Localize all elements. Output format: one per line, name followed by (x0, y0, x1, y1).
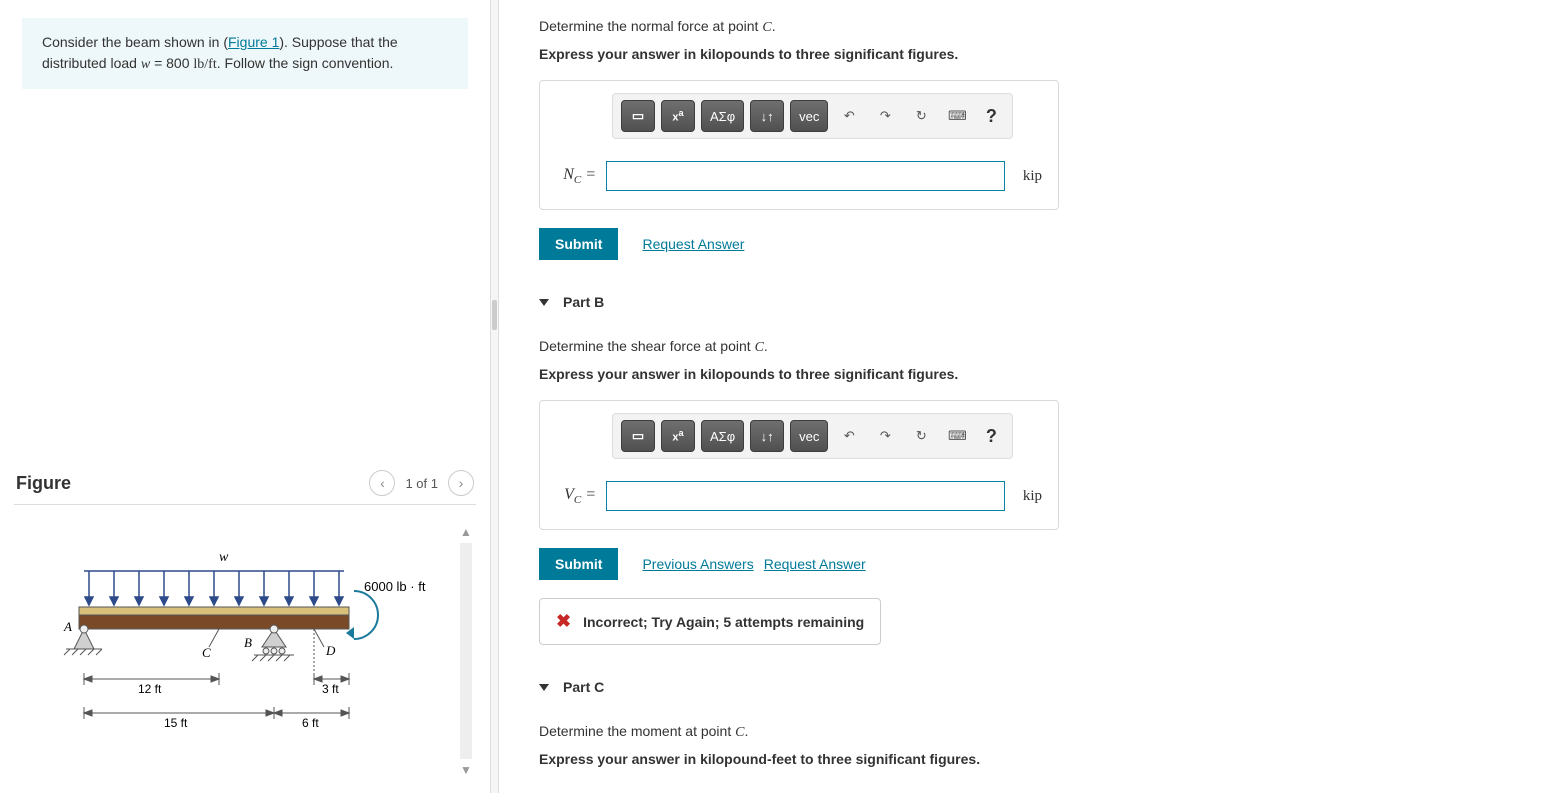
scroll-track[interactable] (460, 543, 472, 759)
partB-request-answer-link[interactable]: Request Answer (764, 556, 866, 572)
partA-unit: kip (1023, 168, 1042, 185)
greek-button[interactable]: ΑΣφ (701, 100, 744, 132)
partA-actions: Submit Request Answer (539, 228, 1527, 260)
partB-input-row: VC = kip (556, 481, 1042, 511)
redo-button[interactable]: ↷ (870, 100, 900, 132)
partA-request-answer-link[interactable]: Request Answer (642, 236, 744, 252)
intro-text: Consider the beam shown in ( (42, 34, 228, 50)
partB-instructions: Express your answer in kilopounds to thr… (539, 366, 1527, 382)
help-button[interactable]: ? (978, 420, 1004, 452)
figure-header: Figure ‹ 1 of 1 › (14, 462, 476, 505)
arrows-button[interactable]: ↓↑ (750, 420, 784, 452)
figure-canvas: w 6000 lb · ft A (14, 521, 456, 781)
figure-title: Figure (16, 473, 71, 494)
partA-instructions: Express your answer in kilopounds to thr… (539, 46, 1527, 62)
dim-12ft: 12 ft (138, 682, 162, 696)
partB-variable: VC = (556, 486, 596, 506)
figure-pager: ‹ 1 of 1 › (369, 470, 474, 496)
figure-pager-label: 1 of 1 (405, 476, 438, 491)
label-w: w (219, 550, 229, 565)
template-button[interactable]: ▭ (621, 100, 655, 132)
scroll-down-icon[interactable]: ▼ (460, 763, 472, 777)
dim-15ft: 15 ft (164, 716, 188, 730)
page: Consider the beam shown in (Figure 1). S… (0, 0, 1567, 793)
partB-header[interactable]: Part B (539, 294, 1527, 310)
beam-diagram: w 6000 lb · ft A (14, 521, 454, 761)
partA-submit-button[interactable]: Submit (539, 228, 618, 260)
partB-answer-box: ▭ xa ΑΣφ ↓↑ vec ↶ ↷ ↻ ⌨ ? VC = kip (539, 400, 1059, 530)
caret-down-icon (539, 684, 549, 691)
vec-button[interactable]: vec (790, 420, 828, 452)
partC-instructions: Express your answer in kilopound-feet to… (539, 751, 1527, 767)
left-column: Consider the beam shown in (Figure 1). S… (0, 0, 490, 793)
figure-body: w 6000 lb · ft A (14, 521, 476, 781)
partB-previous-answers-link[interactable]: Previous Answers (642, 556, 753, 572)
feedback-text: Incorrect; Try Again; 5 attempts remaini… (583, 614, 864, 630)
help-button[interactable]: ? (978, 100, 1004, 132)
scroll-up-icon[interactable]: ▲ (460, 525, 472, 539)
label-D: D (325, 643, 336, 658)
undo-button[interactable]: ↶ (834, 100, 864, 132)
pane-divider[interactable] (490, 0, 499, 793)
partA-answer-box: ▭ xa ΑΣφ ↓↑ vec ↶ ↷ ↻ ⌨ ? NC = kip (539, 80, 1059, 210)
partB-prompt: Determine the shear force at point C. (539, 338, 1527, 356)
label-A: A (63, 619, 72, 634)
label-C: C (202, 645, 211, 660)
partC-prompt: Determine the moment at point C. (539, 723, 1527, 741)
label-moment: 6000 lb · ft (364, 579, 426, 594)
greek-button[interactable]: ΑΣφ (701, 420, 744, 452)
problem-statement: Consider the beam shown in (Figure 1). S… (22, 18, 468, 89)
template-button[interactable]: ▭ (621, 420, 655, 452)
reset-button[interactable]: ↻ (906, 420, 936, 452)
arrows-button[interactable]: ↓↑ (750, 100, 784, 132)
figure-prev-button[interactable]: ‹ (369, 470, 395, 496)
partB-submit-button[interactable]: Submit (539, 548, 618, 580)
equation-toolbar: ▭ xa ΑΣφ ↓↑ vec ↶ ↷ ↻ ⌨ ? (612, 93, 1013, 139)
partA-prompt: Determine the normal force at point C. (539, 18, 1527, 36)
partB-feedback: ✖ Incorrect; Try Again; 5 attempts remai… (539, 598, 881, 645)
keyboard-button[interactable]: ⌨ (942, 100, 972, 132)
right-column: Determine the normal force at point C. E… (499, 0, 1567, 793)
figure-link[interactable]: Figure 1 (228, 34, 279, 50)
sqrt-button[interactable]: xa (661, 100, 695, 132)
reset-button[interactable]: ↻ (906, 100, 936, 132)
dim-6ft: 6 ft (302, 716, 319, 730)
partA-answer-input[interactable] (606, 161, 1005, 191)
partA-variable: NC = (556, 166, 596, 186)
partC-header[interactable]: Part C (539, 679, 1527, 695)
incorrect-icon: ✖ (556, 611, 571, 632)
partB-answer-input[interactable] (606, 481, 1005, 511)
partB-unit: kip (1023, 488, 1042, 505)
undo-button[interactable]: ↶ (834, 420, 864, 452)
figure-next-button[interactable]: › (448, 470, 474, 496)
partA-input-row: NC = kip (556, 161, 1042, 191)
label-B: B (244, 635, 252, 650)
drag-handle-icon[interactable] (492, 300, 497, 330)
sqrt-button[interactable]: xa (661, 420, 695, 452)
equation-toolbar-b: ▭ xa ΑΣφ ↓↑ vec ↶ ↷ ↻ ⌨ ? (612, 413, 1013, 459)
keyboard-button[interactable]: ⌨ (942, 420, 972, 452)
redo-button[interactable]: ↷ (870, 420, 900, 452)
caret-down-icon (539, 299, 549, 306)
dim-3ft: 3 ft (322, 682, 339, 696)
figure-scrollbar[interactable]: ▲ ▼ (456, 521, 476, 781)
figure-section: Figure ‹ 1 of 1 › (0, 462, 490, 793)
var-w: w (141, 57, 150, 72)
vec-button[interactable]: vec (790, 100, 828, 132)
partB-actions: Submit Previous Answers Request Answer (539, 548, 1527, 580)
